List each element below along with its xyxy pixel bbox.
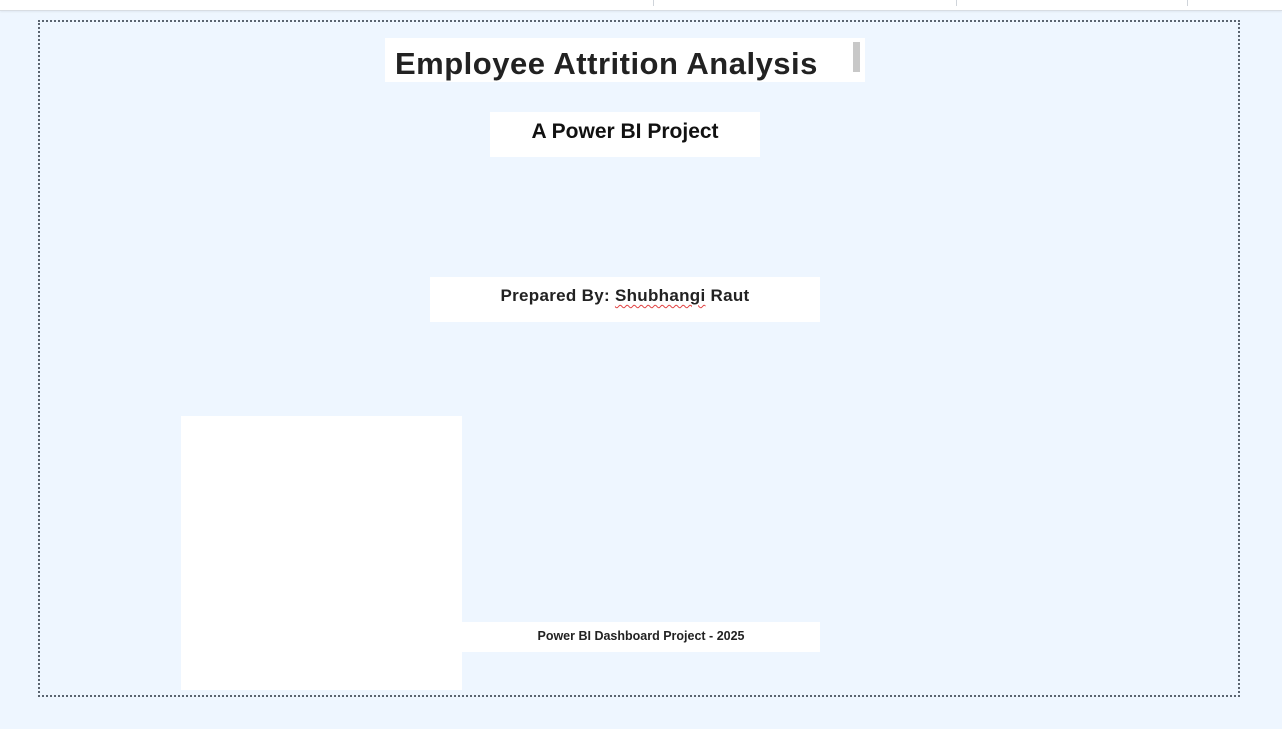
top-toolbar-strip: [0, 0, 1282, 11]
prepared-by-label: Prepared By:: [500, 286, 610, 305]
textbox-scroll-handle[interactable]: [853, 42, 860, 72]
prepared-by-textbox[interactable]: Prepared By: Shubhangi Raut: [430, 277, 820, 322]
report-title: Employee Attrition Analysis: [395, 46, 818, 81]
prepared-by-line: Prepared By: Shubhangi Raut: [430, 286, 820, 306]
footer-text: Power BI Dashboard Project - 2025: [537, 629, 745, 643]
toolbar-separator: [1187, 0, 1188, 6]
image-placeholder[interactable]: [181, 416, 462, 690]
title-textbox[interactable]: Employee Attrition Analysis: [385, 38, 865, 82]
author-first-name: Shubhangi: [614, 286, 706, 305]
author-last-name: Raut: [710, 286, 750, 305]
report-subtitle: A Power BI Project: [531, 120, 719, 143]
subtitle-textbox[interactable]: A Power BI Project: [490, 112, 760, 157]
toolbar-separator: [653, 0, 654, 6]
footer-textbox[interactable]: Power BI Dashboard Project - 2025: [462, 622, 820, 652]
toolbar-separator: [956, 0, 957, 6]
